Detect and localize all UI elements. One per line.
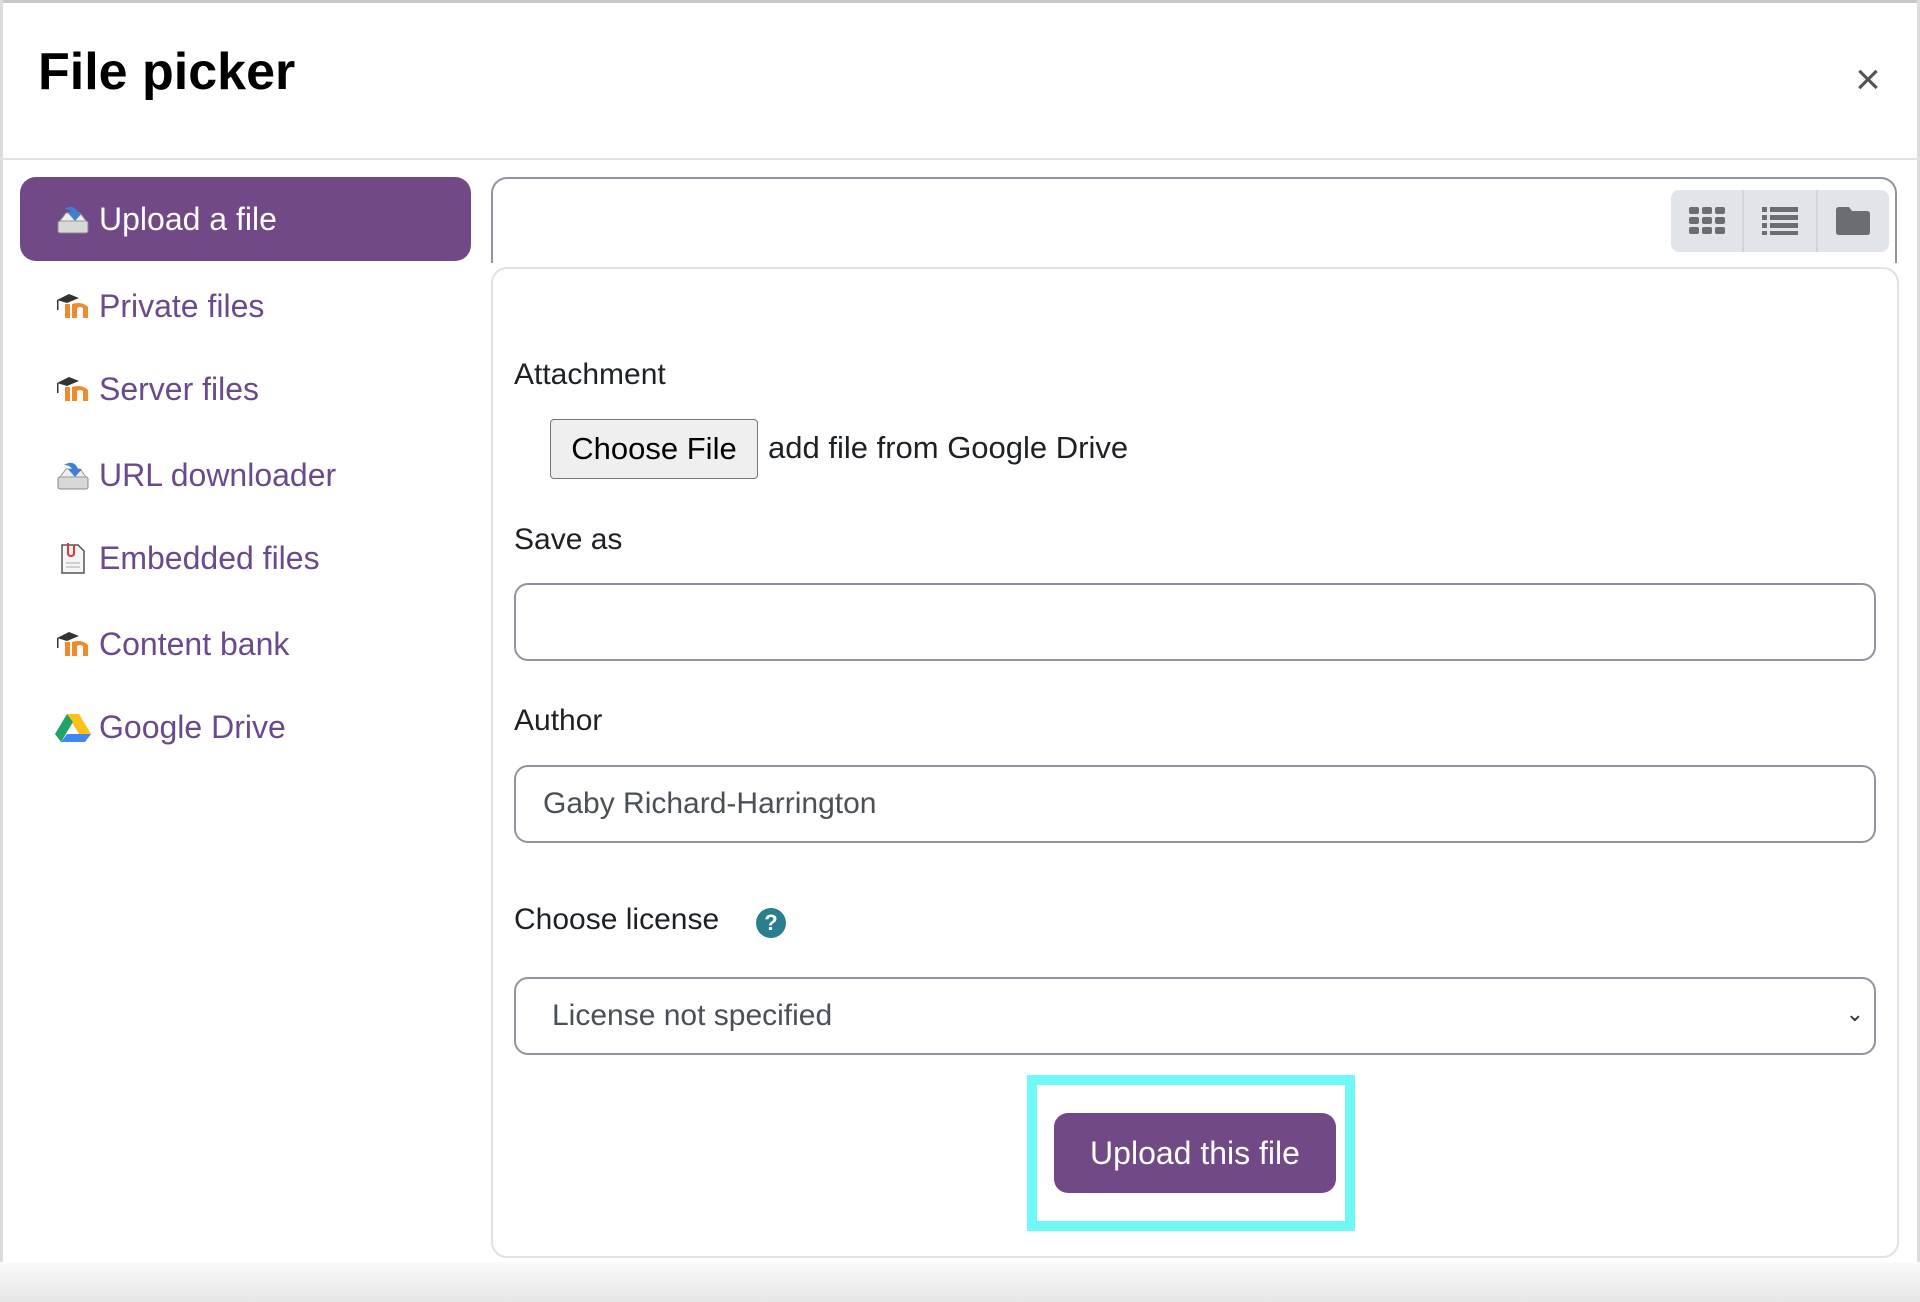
grid-icon [1688, 207, 1725, 234]
window-left-border [0, 0, 3, 1302]
header-divider [0, 158, 1920, 160]
sidebar-item-content-bank[interactable]: Content bank [20, 602, 471, 686]
license-label: Choose license [514, 903, 720, 936]
view-toggle-group [1671, 190, 1889, 252]
google-drive-icon [55, 709, 91, 745]
list-view-button[interactable] [1744, 190, 1818, 252]
author-input[interactable] [514, 765, 1876, 843]
window-top-border [0, 0, 1920, 3]
sidebar-item-url-downloader[interactable]: URL downloader [20, 433, 471, 517]
license-selected-value: License not specified [552, 999, 833, 1032]
chevron-down-icon: ⌄ [1845, 1001, 1864, 1026]
download-icon [55, 457, 91, 493]
document-icon [55, 540, 91, 576]
dialog-bottom-shadow [0, 1262, 1920, 1302]
sidebar-item-label: URL downloader [99, 456, 337, 493]
folder-view-button[interactable] [1818, 190, 1889, 252]
file-status-text: add file from Google Drive [768, 430, 1129, 465]
list-icon [1761, 207, 1798, 235]
author-label: Author [514, 704, 603, 737]
save-as-label: Save as [514, 523, 623, 556]
sidebar-item-label: Upload a file [99, 200, 277, 237]
choose-file-button[interactable]: Choose File [550, 419, 758, 479]
help-icon[interactable]: ? [756, 908, 786, 938]
sidebar-item-label: Embedded files [99, 539, 320, 576]
sidebar-item-upload-a-file[interactable]: Upload a file [20, 177, 471, 261]
sidebar-item-server-files[interactable]: Server files [20, 347, 471, 431]
close-button[interactable]: × [1848, 58, 1888, 102]
folder-icon [1836, 207, 1871, 235]
moodle-icon [55, 626, 91, 662]
license-select[interactable]: License not specified ⌄ [514, 977, 1876, 1055]
sidebar-item-embedded-files[interactable]: Embedded files [20, 516, 471, 600]
upload-this-file-button[interactable]: Upload this file [1054, 1113, 1336, 1193]
grid-view-button[interactable] [1671, 190, 1745, 252]
sidebar-item-label: Google Drive [99, 708, 286, 745]
close-icon: × [1855, 55, 1881, 104]
sidebar-item-label: Private files [99, 287, 265, 324]
attachment-label: Attachment [514, 358, 666, 391]
sidebar-item-label: Content bank [99, 625, 290, 662]
moodle-icon [55, 288, 91, 324]
sidebar-item-google-drive[interactable]: Google Drive [20, 685, 471, 769]
upload-icon [55, 201, 91, 237]
sidebar-item-private-files[interactable]: Private files [20, 264, 471, 348]
sidebar-item-label: Server files [99, 370, 260, 407]
moodle-icon [55, 371, 91, 407]
save-as-input[interactable] [514, 583, 1876, 661]
dialog-title: File picker [38, 43, 296, 101]
